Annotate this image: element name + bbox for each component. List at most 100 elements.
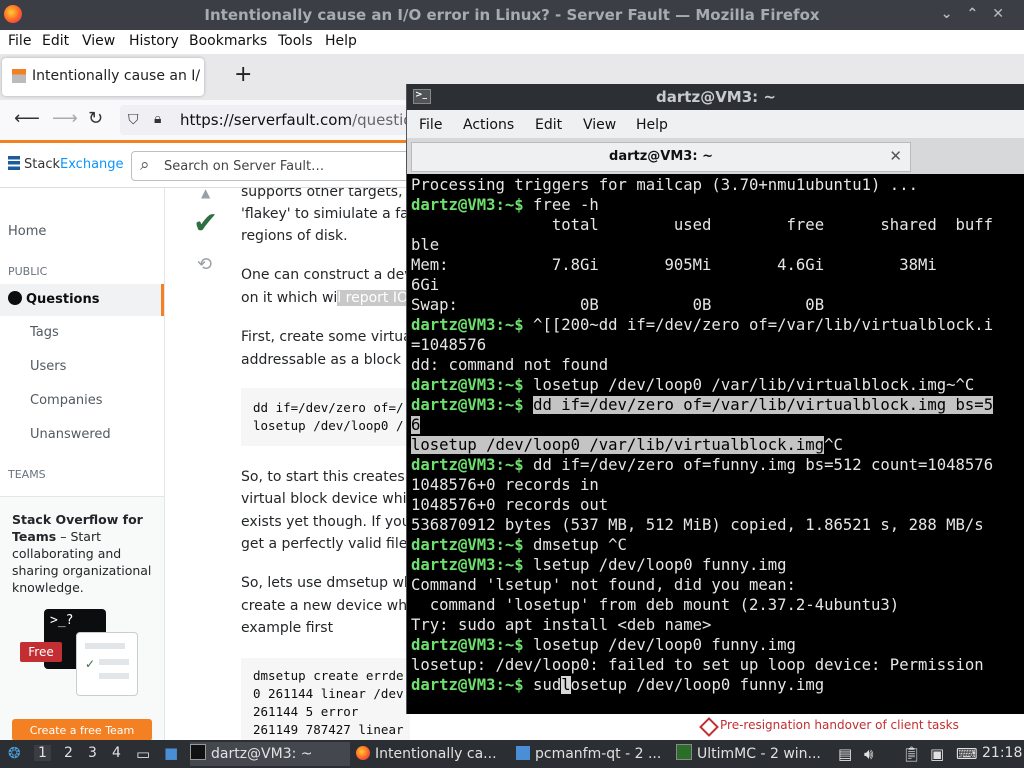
related-question-link[interactable]: Pre-resignation handover of client tasks — [680, 714, 1024, 740]
menu-tools[interactable]: Tools — [278, 33, 313, 49]
code-block: dmsetup create errde 0 261144 linear /de… — [241, 658, 410, 740]
back-arrow-icon[interactable]: ⟵ — [14, 108, 40, 129]
stackexchange-logo[interactable]: StackExchange — [8, 156, 124, 172]
browser-tab-title: Intentionally cause an I/O error in Linu… — [32, 68, 200, 84]
globe-icon — [8, 291, 22, 305]
answer-line: One can construct a devi — [241, 267, 410, 283]
file-manager-icon[interactable]: ■ — [164, 744, 178, 762]
menu-file[interactable]: File — [8, 33, 31, 49]
task-ultimmc[interactable]: UltimMC - 2 win... — [676, 742, 826, 766]
minimize-icon[interactable]: ⌄ — [941, 6, 967, 22]
history-icon[interactable]: ⟲ — [197, 254, 212, 275]
new-tab-button[interactable]: + — [234, 62, 252, 87]
display-icon[interactable]: ▣ — [930, 745, 944, 763]
terminal-menu-file[interactable]: File — [419, 117, 442, 133]
nav-questions[interactable]: Questions — [8, 291, 99, 307]
terminal-tab[interactable]: dartz@VM3: ~ ✕ — [411, 142, 911, 172]
terminal-menu-help[interactable]: Help — [636, 117, 668, 133]
terminal-line: dartz@VM3:~$ free -h — [411, 196, 599, 214]
answer-line: 'flakey' to simiulate a faili — [241, 206, 410, 222]
workspace-2[interactable]: 2 — [64, 745, 73, 761]
menu-help[interactable]: Help — [325, 33, 357, 49]
code-line: 261149 787427 linear /dev/loop0 261139 — [253, 722, 410, 737]
reload-icon[interactable]: ↻ — [88, 108, 103, 129]
terminal-prompt: dartz@VM3:~$ — [411, 676, 524, 694]
menu-bookmarks[interactable]: Bookmarks — [189, 33, 267, 49]
terminal-line: dartz@VM3:~$ dd if=/dev/zero of=/var/lib… — [411, 396, 994, 414]
browser-tab[interactable]: Intentionally cause an I/O error in Linu… — [2, 58, 204, 96]
url-bar[interactable]: ⛉ 🔒︎ https://serverfault.com/questions/.… — [120, 105, 449, 135]
site-search-input[interactable]: ⌕ Search on Server Fault… — [131, 151, 431, 181]
clipboard-icon[interactable]: 📋︎ — [902, 745, 921, 763]
code-line: 0 261144 linear /dev — [253, 686, 404, 701]
nav-public-heading: PUBLIC — [8, 265, 48, 278]
terminal-line: 536870912 bytes (537 MB, 512 MiB) copied… — [411, 516, 984, 534]
task-firefox[interactable]: Intentionally ca... — [356, 742, 510, 766]
nav-unanswered[interactable]: Unanswered — [30, 427, 111, 442]
answer-line: So, to start this creates a — [241, 469, 410, 485]
site-left-sidebar: Home PUBLIC Questions Tags Users Compani… — [0, 188, 165, 741]
nav-home[interactable]: Home — [8, 224, 46, 239]
volume-icon[interactable]: 🔊︎ — [864, 745, 873, 763]
task-file-manager[interactable]: pcmanfm-qt - 2 ... — [516, 742, 670, 766]
site-search-placeholder: Search on Server Fault… — [164, 159, 325, 174]
nav-users[interactable]: Users — [30, 359, 66, 374]
start-menu-icon[interactable]: ❂ — [8, 744, 21, 762]
forward-arrow-icon[interactable]: ⟶ — [52, 108, 78, 129]
code-line: dd if=/dev/zero of=/ — [253, 400, 404, 415]
teams-promo: Stack Overflow for Teams – Start collabo… — [0, 496, 164, 741]
teams-promo-text: Stack Overflow for Teams – Start collabo… — [12, 512, 152, 595]
firefox-window-title: Intentionally cause an I/O error in Linu… — [204, 6, 820, 24]
create-team-button[interactable]: Create a free Team — [12, 719, 152, 741]
answer-line: get a perfectly valid filesy — [241, 536, 410, 552]
terminal-window: >_ dartz@VM3: ~ File Actions Edit View H… — [406, 84, 1024, 714]
task-terminal[interactable]: dartz@VM3: ~ — [190, 742, 350, 766]
terminal-line: total used free shared buff — [411, 216, 994, 234]
tracking-shield-icon[interactable]: ⛉ — [128, 112, 139, 128]
terminal-line: Processing triggers for mailcap (3.70+nm… — [411, 176, 918, 194]
terminal-window-title: dartz@VM3: ~ — [656, 88, 776, 106]
menu-edit[interactable]: Edit — [42, 33, 69, 49]
answer-line: First, create some virtual — [241, 329, 410, 345]
close-tab-icon[interactable]: ✕ — [889, 147, 902, 165]
code-line: dmsetup create errde — [253, 668, 404, 683]
answer-line: regions of disk. — [241, 228, 348, 244]
accepted-checkmark-icon: ✔ — [193, 206, 219, 241]
terminal-line: Mem: 7.8Gi 905Mi 4.6Gi 38Mi — [411, 256, 937, 274]
window-controls[interactable]: ⌄⌃✕ — [941, 6, 1018, 22]
menu-view[interactable]: View — [82, 33, 115, 49]
related-question-text[interactable]: Pre-resignation handover of client tasks — [720, 718, 959, 732]
close-icon[interactable]: ✕ — [992, 6, 1018, 22]
vote-up-icon[interactable]: ▲ — [201, 188, 210, 200]
terminal-prompt: dartz@VM3:~$ — [411, 196, 524, 214]
answer-line: exists yet though. If you w — [241, 514, 410, 530]
maximize-icon[interactable]: ⌃ — [967, 6, 993, 22]
checklist-illustration-icon: ✓ — [76, 632, 138, 696]
answer-line: virtual block device which — [241, 491, 410, 507]
lock-icon[interactable]: 🔒︎ — [154, 111, 161, 127]
taskbar: ❂ 1 2 3 4 ▭ ■ dartz@VM3: ~ Intentionally… — [0, 740, 1024, 768]
terminal-prompt: dartz@VM3:~$ — [411, 376, 524, 394]
terminal-menubar: File Actions Edit View Help — [407, 110, 1024, 138]
keyboard-icon[interactable]: ⌨ — [956, 745, 978, 763]
menu-history[interactable]: History — [129, 33, 179, 49]
terminal-line: 6Gi — [411, 276, 440, 294]
nav-companies[interactable]: Companies — [30, 393, 103, 408]
terminal-screen[interactable]: Processing triggers for mailcap (3.70+nm… — [407, 176, 1024, 714]
nav-tags[interactable]: Tags — [30, 325, 59, 340]
terminal-menu-actions[interactable]: Actions — [463, 117, 514, 133]
workspace-1[interactable]: 1 — [34, 745, 51, 761]
clock[interactable]: 21:18 — [982, 745, 1022, 761]
terminal-selection: 6 — [411, 416, 421, 434]
terminal-menu-edit[interactable]: Edit — [535, 117, 562, 133]
firefox-titlebar: Intentionally cause an I/O error in Linu… — [0, 0, 1024, 30]
answer-content: ▲ ✔ ⟲ supports other targets, (s 'flakey… — [165, 188, 410, 740]
code-block: dd if=/dev/zero of=/ losetup /dev/loop0 … — [241, 388, 410, 446]
terminal-menu-view[interactable]: View — [583, 117, 616, 133]
show-desktop-icon[interactable]: ▭ — [136, 745, 150, 763]
workspace-4[interactable]: 4 — [112, 745, 121, 761]
network-icon[interactable]: ▤ — [838, 745, 852, 763]
terminal-titlebar[interactable]: >_ dartz@VM3: ~ — [407, 84, 1024, 110]
workspace-3[interactable]: 3 — [88, 745, 97, 761]
code-line: losetup /dev/loop0 / — [253, 418, 404, 433]
